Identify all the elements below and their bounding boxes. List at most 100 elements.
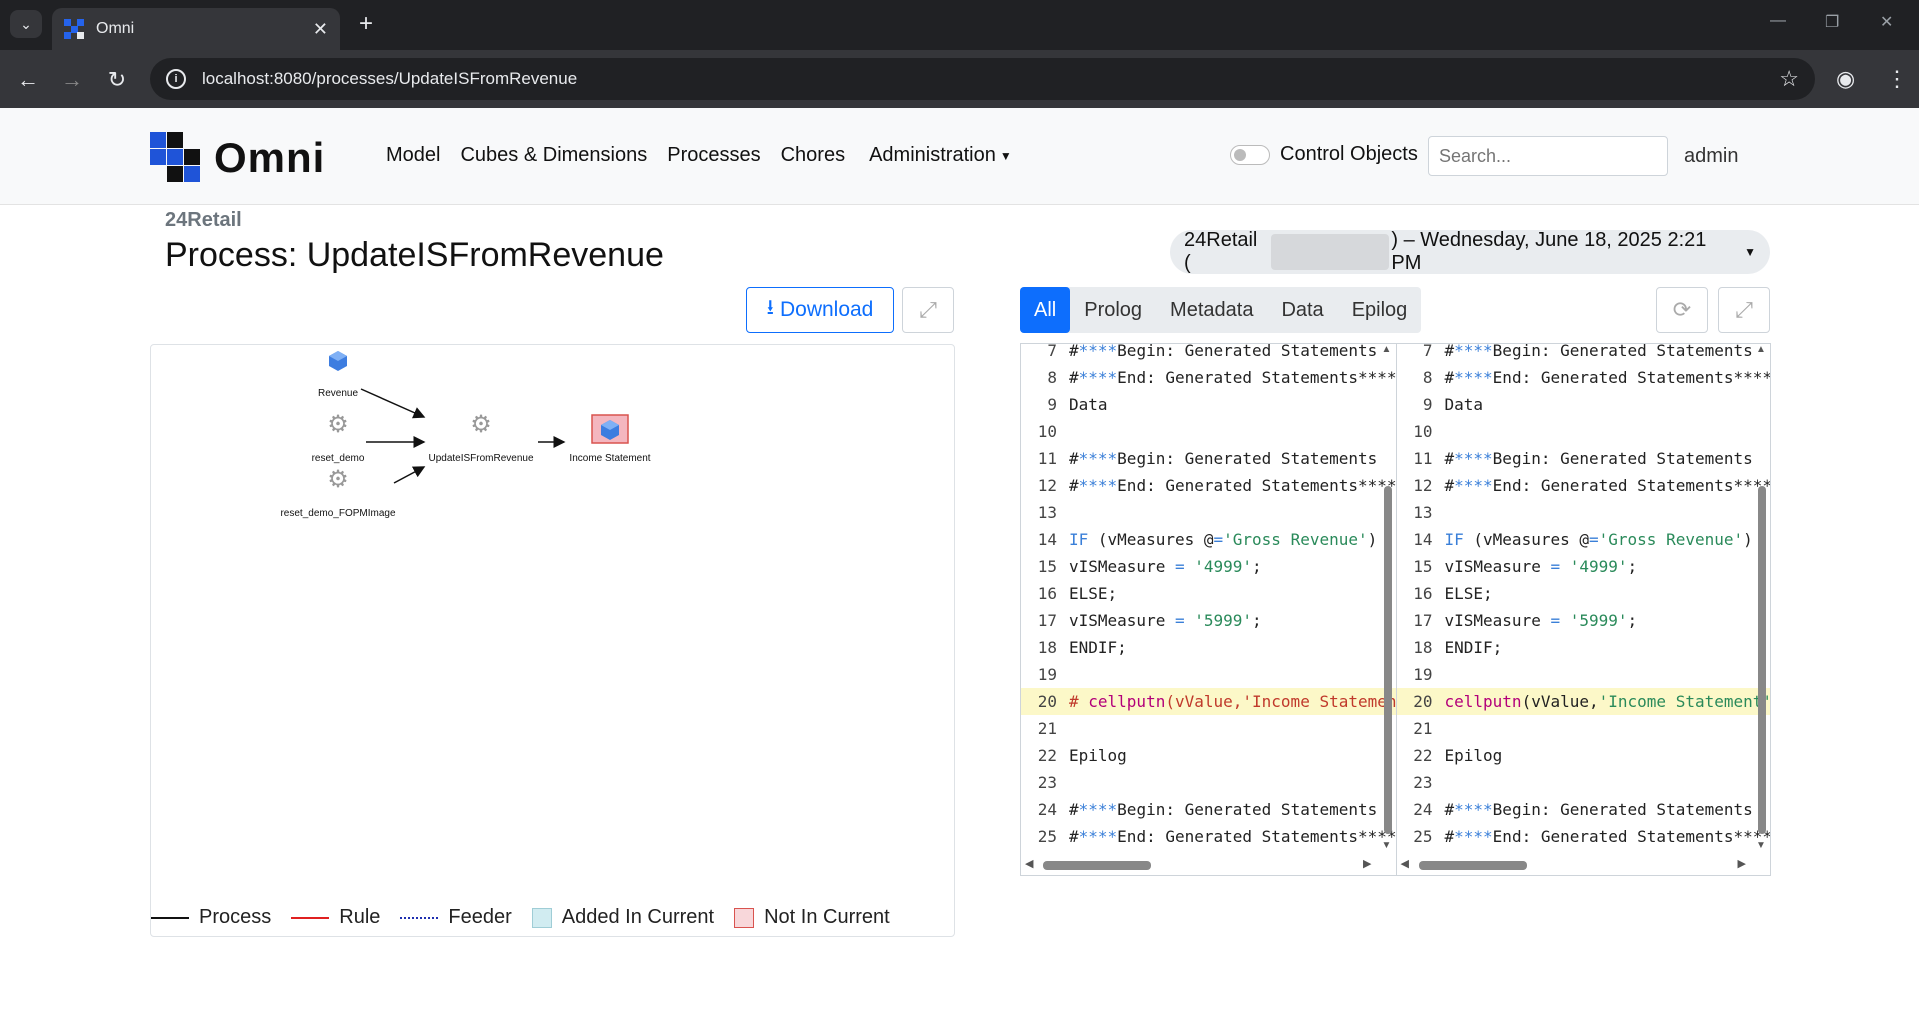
scrollbar-thumb[interactable] — [1383, 486, 1392, 834]
expand-code-button[interactable]: ⤢ — [1718, 287, 1770, 333]
node-revenue[interactable]: Revenue — [318, 351, 358, 399]
line-number: 12 — [1413, 476, 1433, 495]
code-line: 11 #****Begin: Generated Statements — [1021, 445, 1396, 472]
expand-diagram-button[interactable]: ⤢ — [902, 287, 954, 333]
profile-icon[interactable]: ◉ — [1836, 66, 1855, 92]
node-reset-demo[interactable]: ⚙ reset_demo — [312, 411, 365, 464]
code-line: 10 — [1397, 418, 1771, 445]
node-reset-demo-fopmimage[interactable]: ⚙ reset_demo_FOPMImage — [280, 466, 395, 519]
tab-epilog[interactable]: Epilog — [1338, 287, 1422, 333]
scroll-up-icon[interactable]: ▲ — [1756, 344, 1766, 355]
site-info-icon[interactable]: i — [166, 69, 186, 89]
vertical-scrollbar[interactable]: ▲ ▼ — [1382, 344, 1394, 854]
line-text: cellputn(vValue,'Income Statement' — [1444, 692, 1771, 711]
gear-icon: ⚙ — [327, 466, 349, 493]
horizontal-scrollbar[interactable]: ◀ ▶ — [1021, 855, 1396, 875]
server-snapshot-dropdown[interactable]: 24Retail ( ) – Wednesday, June 18, 2025 … — [1170, 229, 1770, 274]
line-number: 25 — [1037, 827, 1057, 846]
scroll-right-icon[interactable]: ▶ — [1738, 857, 1746, 870]
code-pane-right[interactable]: 7 #****Begin: Generated Statements 8 #****E… — [1395, 344, 1771, 875]
code-line: 25 #****End: Generated Statements**** — [1021, 823, 1396, 850]
line-number: 13 — [1037, 503, 1057, 522]
nav-model[interactable]: Model — [386, 144, 440, 167]
nav-cubes-dimensions[interactable]: Cubes & Dimensions — [460, 144, 647, 167]
line-text: Data — [1444, 395, 1484, 414]
tab-close-icon[interactable]: ✕ — [313, 19, 328, 40]
menu-kebab-icon[interactable]: ⋮ — [1886, 66, 1908, 92]
line-number: 15 — [1413, 557, 1433, 576]
tab-all[interactable]: All — [1020, 287, 1071, 333]
code-line: 8 #****End: Generated Statements**** — [1397, 364, 1770, 391]
window-close-icon[interactable]: ✕ — [1880, 12, 1893, 32]
horizontal-scrollbar[interactable]: ◀ ▶ — [1396, 855, 1770, 875]
control-objects-toggle[interactable] — [1230, 145, 1270, 165]
download-button[interactable]: ⭳ Download — [746, 287, 894, 333]
legend-rule: Rule — [291, 906, 380, 929]
legend-rule-line — [291, 916, 330, 919]
code-line: 25 #****End: Generated Statements**** — [1397, 823, 1770, 850]
line-number: 8 — [1422, 368, 1433, 387]
refresh-button[interactable]: ⟳ — [1656, 287, 1708, 333]
scrollbar-thumb[interactable] — [1758, 486, 1766, 834]
redacted-server — [1270, 234, 1390, 270]
nav-administration[interactable]: Administration ▼ — [869, 144, 1012, 167]
scroll-left-icon[interactable]: ◀ — [1025, 857, 1033, 870]
node-income-statement[interactable]: Income Statement — [569, 414, 651, 464]
node-update-is-from-revenue[interactable]: ⚙ UpdateISFromRevenue — [428, 411, 533, 464]
scrollbar-thumb[interactable] — [1418, 861, 1527, 870]
line-text: ENDIF; — [1069, 638, 1127, 657]
code-line: 21 — [1397, 715, 1771, 742]
code-line: 8 #****End: Generated Statements**** — [1021, 364, 1396, 391]
scroll-up-icon[interactable]: ▲ — [1382, 344, 1392, 355]
browser-tab[interactable]: Omni ✕ — [52, 8, 340, 50]
diagram-canvas: Revenue ⚙ reset_demo ⚙ reset_demo_FOPMIm… — [280, 351, 651, 519]
new-tab-icon[interactable]: + — [352, 10, 380, 38]
brand-name: Omni — [214, 134, 326, 181]
line-number: 15 — [1037, 557, 1057, 576]
vertical-scrollbar[interactable]: ▲ ▼ — [1756, 344, 1768, 854]
gear-icon: ⚙ — [470, 411, 492, 438]
code-pane-left[interactable]: 7 #****Begin: Generated Statements 8 #****E… — [1021, 344, 1396, 875]
code-line: 24 #****Begin: Generated Statements — [1021, 796, 1396, 823]
user-menu[interactable]: admin — [1684, 145, 1738, 168]
search-input[interactable] — [1428, 136, 1668, 176]
line-text: Data — [1069, 395, 1108, 414]
scrollbar-thumb[interactable] — [1043, 861, 1151, 870]
code-line: 16 ELSE; — [1021, 580, 1396, 607]
nav-chores[interactable]: Chores — [781, 144, 845, 167]
minimize-icon[interactable]: — — [1770, 12, 1786, 30]
caret-down-icon: ▼ — [999, 148, 1012, 163]
line-text: # cellputn(vValue,'Income Statement' — [1069, 692, 1396, 711]
tab-list-chevron-icon[interactable]: ⌄ — [10, 10, 42, 38]
caret-down-icon: ▼ — [1744, 245, 1757, 259]
node-label: Revenue — [318, 388, 358, 399]
line-number: 9 — [1422, 395, 1433, 414]
line-number: 17 — [1037, 611, 1057, 630]
legend-label: Added In Current — [561, 906, 715, 928]
omni-logo[interactable]: Omni — [150, 130, 350, 184]
line-text: #****End: Generated Statements**** — [1069, 368, 1396, 387]
browser-tabbar: ⌄ Omni ✕ + — ❐ ✕ — [0, 0, 1919, 50]
tab-data[interactable]: Data — [1267, 287, 1337, 333]
address-bar[interactable]: i localhost:8080/processes/UpdateISFromR… — [150, 58, 1815, 100]
code-section-tabs: All Prolog Metadata Data Epilog — [1020, 287, 1422, 333]
scroll-down-icon[interactable]: ▼ — [1756, 840, 1766, 851]
bookmark-star-icon[interactable]: ☆ — [1779, 66, 1799, 92]
back-icon[interactable]: ← — [14, 66, 42, 94]
tab-prolog[interactable]: Prolog — [1070, 287, 1156, 333]
scroll-down-icon[interactable]: ▼ — [1382, 840, 1392, 851]
code-line: 14 IF (vMeasures @='Gross Revenue') — [1397, 526, 1771, 553]
scroll-left-icon[interactable]: ◀ — [1401, 857, 1409, 870]
tab-metadata[interactable]: Metadata — [1156, 287, 1267, 333]
tab-title: Omni — [96, 20, 135, 37]
nav-processes[interactable]: Processes — [667, 144, 760, 167]
legend-label: Process — [199, 906, 272, 928]
code-line: 19 — [1021, 661, 1396, 688]
scroll-right-icon[interactable]: ▶ — [1363, 857, 1371, 870]
forward-icon[interactable]: → — [58, 66, 86, 94]
legend-added: Added In Current — [531, 906, 715, 929]
edge-fopm-process — [393, 466, 426, 484]
line-number: 18 — [1037, 638, 1057, 657]
reload-icon[interactable]: ↻ — [103, 66, 131, 94]
restore-icon[interactable]: ❐ — [1825, 12, 1839, 32]
